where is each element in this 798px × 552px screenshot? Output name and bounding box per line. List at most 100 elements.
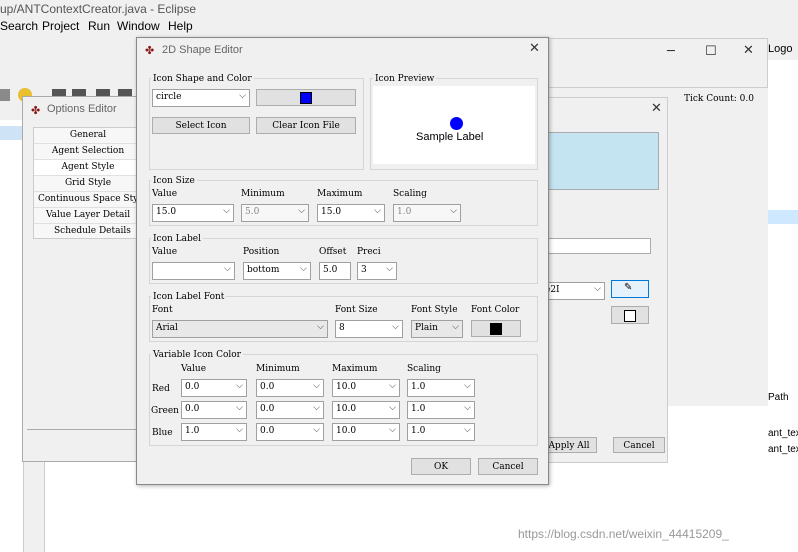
group-title: Variable Icon Color bbox=[151, 350, 243, 360]
group-title: Icon Size bbox=[151, 176, 197, 186]
font-color-label: Font Color bbox=[471, 305, 520, 315]
font-size-select[interactable]: 8 ⌵ bbox=[335, 320, 403, 338]
list-item-selected[interactable]: Agent Style bbox=[34, 160, 142, 176]
shape-select[interactable]: circle ⌵ bbox=[152, 89, 250, 107]
font-label: Font bbox=[152, 305, 173, 315]
app-icon: ✤ bbox=[145, 45, 155, 57]
list-item[interactable]: Value Layer Detail bbox=[34, 208, 142, 224]
minimize-icon[interactable] bbox=[0, 126, 24, 140]
font-color-button[interactable] bbox=[471, 320, 521, 337]
color-edit-button[interactable]: ✎ bbox=[611, 280, 649, 298]
color-swatch bbox=[490, 323, 502, 335]
eclipse-right-panel bbox=[768, 60, 798, 552]
size-maximum-select[interactable]: 15.0 ⌵ bbox=[317, 204, 385, 222]
menu-window[interactable]: Window bbox=[117, 19, 160, 33]
value-label: Value bbox=[152, 247, 178, 257]
preview-panel bbox=[541, 132, 659, 190]
circle-icon bbox=[450, 117, 463, 130]
list-item[interactable]: Agent Selection bbox=[34, 144, 142, 160]
options-list: General Agent Selection Agent Style Grid… bbox=[33, 127, 142, 240]
close-icon[interactable]: ✕ bbox=[651, 101, 662, 116]
blue-scaling-select[interactable]: 1.0 ⌵ bbox=[407, 423, 475, 441]
green-maximum-select[interactable]: 10.0 ⌵ bbox=[332, 401, 400, 419]
green-scaling-select[interactable]: 1.0 ⌵ bbox=[407, 401, 475, 419]
pencil-icon: ✎ bbox=[624, 282, 633, 293]
toolbar-icon[interactable] bbox=[0, 89, 10, 101]
list-item[interactable]: Continuous Space Sty bbox=[34, 192, 142, 208]
precision-select[interactable]: 3 ⌵ bbox=[357, 262, 397, 280]
menu-project[interactable]: Project bbox=[42, 19, 79, 33]
path-label: Path bbox=[768, 392, 789, 403]
display-editor-window: ✕ e2I ⌵ ✎ Apply All Cancel bbox=[540, 97, 668, 463]
watermark: https://blog.csdn.net/weixin_44415209_ bbox=[518, 527, 729, 541]
logo-label: Logo bbox=[768, 43, 793, 55]
mid-combo[interactable]: e2I ⌵ bbox=[541, 282, 605, 300]
close-icon[interactable]: ✕ bbox=[529, 41, 540, 56]
color-swatch bbox=[624, 310, 636, 322]
color-swatch bbox=[300, 92, 312, 104]
size-scaling-select[interactable]: 1.0 ⌵ bbox=[393, 204, 461, 222]
group-title: Icon Shape and Color bbox=[151, 74, 254, 84]
maximize-icon[interactable]: ☐ bbox=[705, 44, 717, 59]
red-maximum-select[interactable]: 10.0 ⌵ bbox=[332, 379, 400, 397]
cancel-button[interactable]: Cancel bbox=[478, 458, 538, 475]
row-label-green: Green bbox=[151, 406, 179, 416]
blue-minimum-select[interactable]: 0.0 ⌵ bbox=[256, 423, 324, 441]
eclipse-left-panel bbox=[0, 120, 24, 552]
preview-canvas: Sample Label bbox=[373, 86, 535, 164]
red-value-select[interactable]: 0.0 ⌵ bbox=[181, 379, 247, 397]
dialog-title: 2D Shape Editor bbox=[162, 44, 243, 56]
ok-button[interactable]: OK bbox=[411, 458, 471, 475]
red-scaling-select[interactable]: 1.0 ⌵ bbox=[407, 379, 475, 397]
green-value-select[interactable]: 0.0 ⌵ bbox=[181, 401, 247, 419]
group-title: Icon Preview bbox=[373, 74, 437, 84]
font-style-label: Font Style bbox=[411, 305, 458, 315]
group-title: Icon Label bbox=[151, 234, 203, 244]
color-swatch-button[interactable] bbox=[611, 306, 649, 324]
size-minimum-select[interactable]: 5.0 ⌵ bbox=[241, 204, 309, 222]
divider bbox=[27, 429, 141, 430]
menu-search[interactable]: Search bbox=[0, 19, 38, 33]
close-icon[interactable]: ✕ bbox=[743, 43, 754, 58]
menu-help[interactable]: Help bbox=[168, 19, 193, 33]
blue-value-select[interactable]: 1.0 ⌵ bbox=[181, 423, 247, 441]
group-title: Icon Label Font bbox=[151, 292, 227, 302]
precision-label: Preci bbox=[357, 247, 381, 257]
size-value-select[interactable]: 15.0 ⌵ bbox=[152, 204, 234, 222]
apply-all-button[interactable]: Apply All bbox=[541, 437, 597, 453]
window-title: Options Editor bbox=[47, 103, 117, 115]
offset-field[interactable]: 5.0 bbox=[319, 262, 351, 280]
minimize-icon[interactable]: ─ bbox=[667, 44, 675, 59]
scaling-label: Scaling bbox=[393, 189, 427, 199]
color-button[interactable] bbox=[256, 89, 356, 106]
red-minimum-select[interactable]: 0.0 ⌵ bbox=[256, 379, 324, 397]
row-label-blue: Blue bbox=[152, 428, 173, 438]
green-minimum-select[interactable]: 0.0 ⌵ bbox=[256, 401, 324, 419]
sample-label: Sample Label bbox=[416, 131, 484, 143]
shape-editor-dialog: ✤ 2D Shape Editor ✕ Icon Shape and Color… bbox=[136, 37, 549, 485]
app-icon: ✤ bbox=[31, 105, 41, 117]
column-header: Maximum bbox=[332, 364, 378, 374]
list-item[interactable]: Schedule Details bbox=[34, 224, 142, 240]
row-label-red: Red bbox=[152, 384, 170, 394]
maximum-label: Maximum bbox=[317, 189, 363, 199]
font-select[interactable]: Arial ⌵ bbox=[152, 320, 328, 338]
value-label: Value bbox=[152, 189, 178, 199]
select-icon-button[interactable]: Select Icon bbox=[152, 117, 250, 134]
repast-window: ─ ☐ ✕ bbox=[540, 38, 768, 88]
label-position-select[interactable]: bottom ⌵ bbox=[243, 262, 311, 280]
menu-run[interactable]: Run bbox=[88, 19, 110, 33]
cancel-button[interactable]: Cancel bbox=[613, 437, 665, 453]
clear-icon-file-button[interactable]: Clear Icon File bbox=[256, 117, 356, 134]
blue-maximum-select[interactable]: 10.0 ⌵ bbox=[332, 423, 400, 441]
column-header: Value bbox=[181, 364, 207, 374]
selected-row bbox=[768, 210, 798, 224]
file-label: ant_tex bbox=[768, 444, 798, 455]
column-header: Minimum bbox=[256, 364, 300, 374]
font-size-label: Font Size bbox=[335, 305, 378, 315]
label-value-select[interactable]: ⌵ bbox=[152, 262, 235, 280]
list-item[interactable]: Grid Style bbox=[34, 176, 142, 192]
list-item[interactable]: General bbox=[34, 128, 142, 144]
text-field[interactable] bbox=[541, 238, 651, 254]
font-style-select[interactable]: Plain ⌵ bbox=[411, 320, 463, 338]
